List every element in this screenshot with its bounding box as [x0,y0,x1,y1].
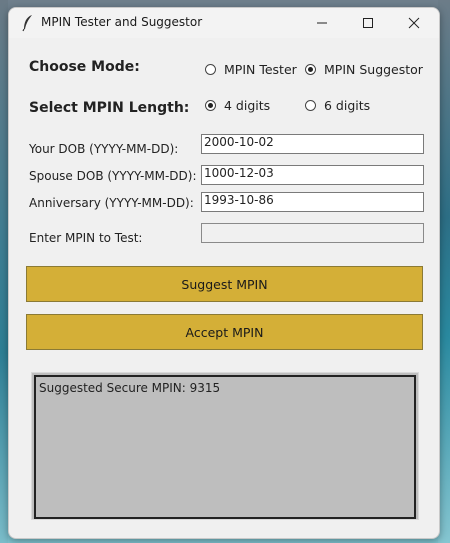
anniversary-label: Anniversary (YYYY-MM-DD): [29,196,194,210]
dob-label: Your DOB (YYYY-MM-DD): [29,142,179,156]
radio-mpin-suggestor[interactable]: MPIN Suggestor [305,62,423,77]
output-panel: Suggested Secure MPIN: 9315 [31,372,419,520]
accept-mpin-button[interactable]: Accept MPIN [26,314,423,350]
radio-6-digits-label: 6 digits [324,98,371,113]
window-title: MPIN Tester and Suggestor [41,15,203,29]
length-label: Select MPIN Length: [29,100,190,116]
app-window: MPIN Tester and Suggestor Choose Mode: M… [8,7,440,539]
close-icon [408,17,420,29]
maximize-button[interactable] [345,8,391,38]
feather-icon [21,14,35,32]
radio-mpin-suggestor-label: MPIN Suggestor [324,62,423,77]
desktop-background-left [0,0,8,543]
minimize-button[interactable] [299,8,345,38]
close-button[interactable] [391,8,437,38]
mode-label: Choose Mode: [29,59,140,75]
output-box[interactable]: Suggested Secure MPIN: 9315 [34,375,416,519]
radio-button-selected-icon [205,100,216,111]
anniversary-field[interactable]: 1993-10-86 [201,192,424,212]
radio-button-icon [305,100,316,111]
radio-button-selected-icon [305,64,316,75]
radio-mpin-tester-label: MPIN Tester [224,62,297,77]
title-bar[interactable]: MPIN Tester and Suggestor [9,8,439,38]
spouse-dob-label: Spouse DOB (YYYY-MM-DD): [29,169,197,183]
radio-button-icon [205,64,216,75]
radio-6-digits[interactable]: 6 digits [305,98,370,113]
maximize-icon [363,18,373,28]
mpin-field[interactable] [201,223,424,243]
radio-mpin-tester[interactable]: MPIN Tester [205,62,297,77]
dob-field[interactable]: 2000-10-02 [201,134,424,154]
suggest-mpin-button[interactable]: Suggest MPIN [26,266,423,302]
output-text: Suggested Secure MPIN: 9315 [39,381,221,395]
spouse-dob-field[interactable]: 1000-12-03 [201,165,424,185]
radio-4-digits-label: 4 digits [224,98,271,113]
radio-4-digits[interactable]: 4 digits [205,98,270,113]
mpin-label: Enter MPIN to Test: [29,231,143,245]
minimize-icon [317,22,327,24]
